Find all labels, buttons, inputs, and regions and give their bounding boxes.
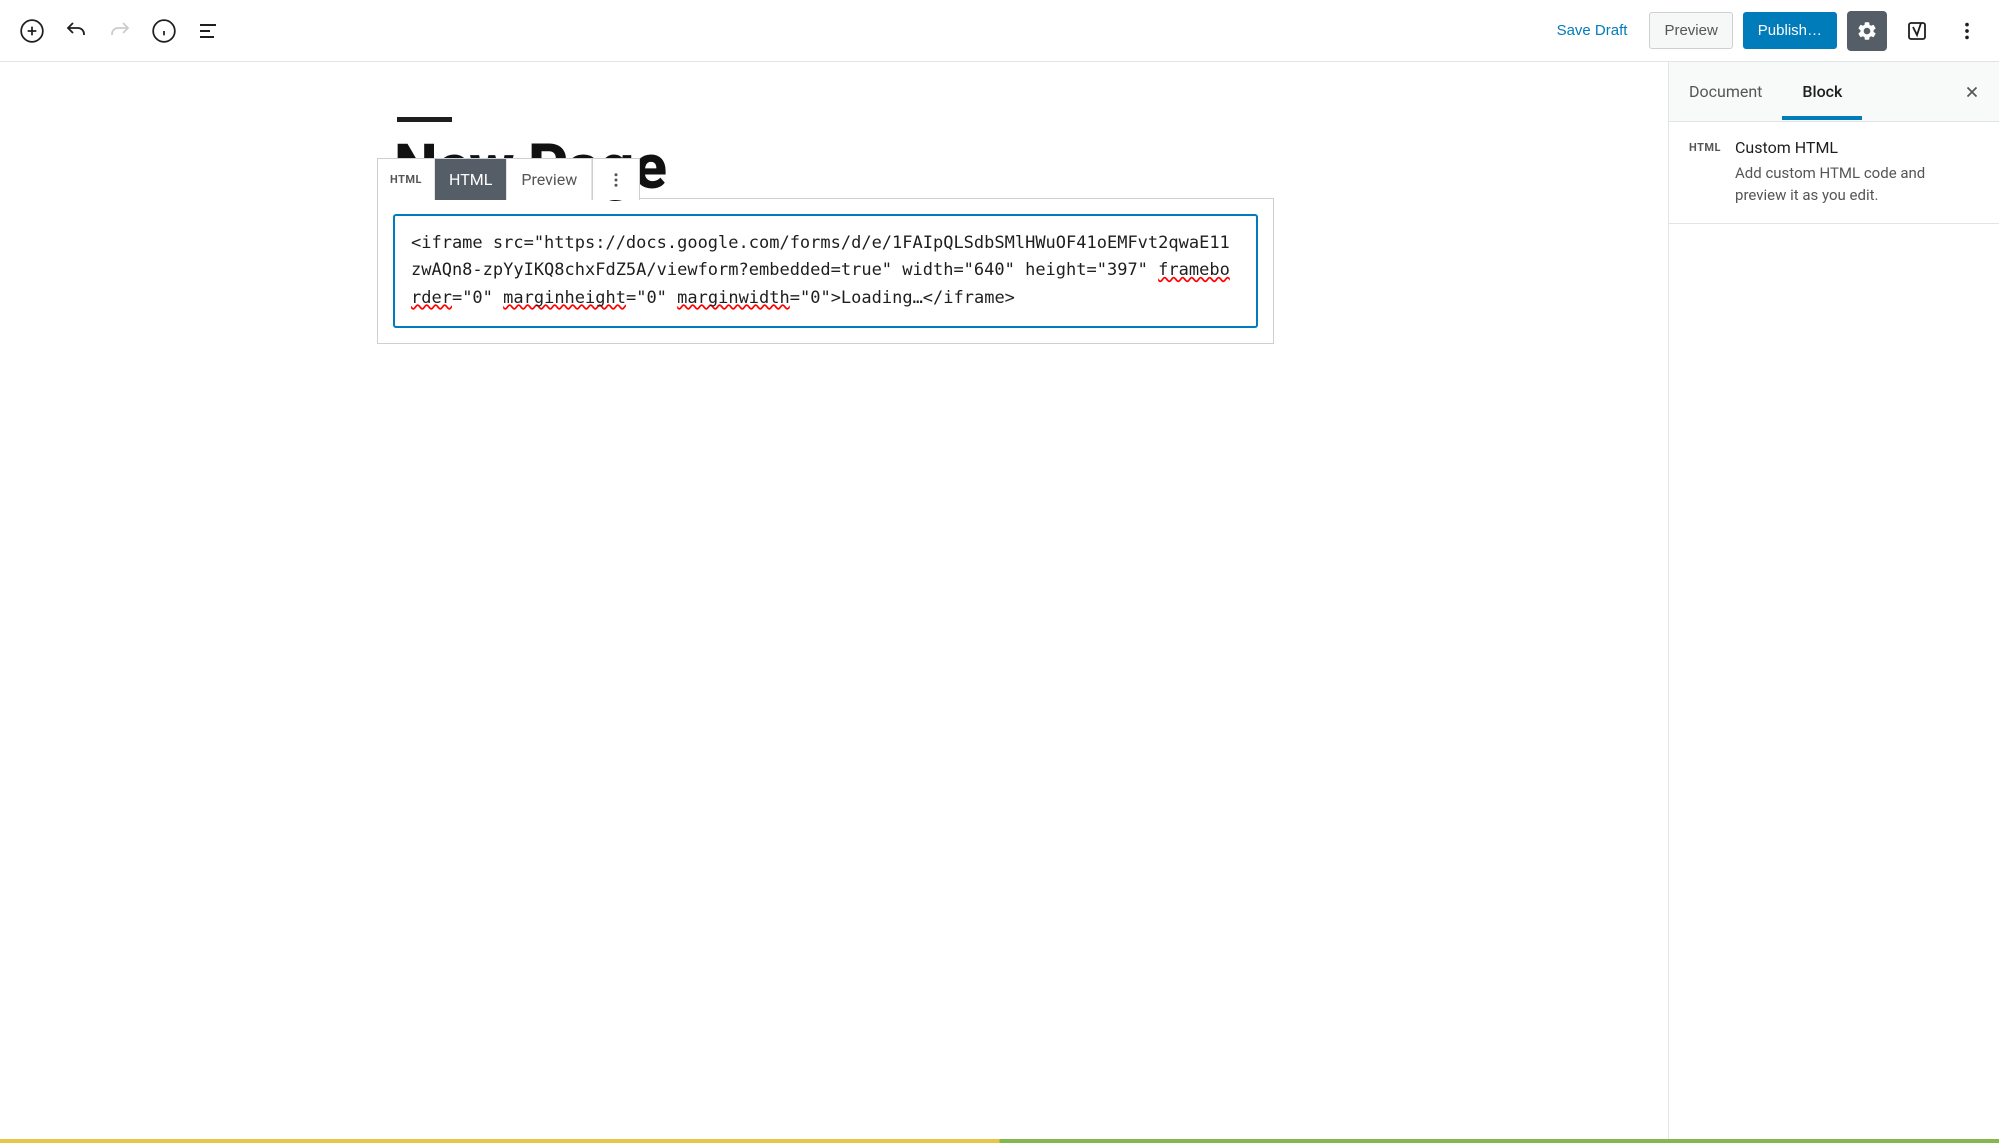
html-tab[interactable]: HTML	[435, 159, 507, 200]
block-card-text: Custom HTML Add custom HTML code and pre…	[1735, 138, 1979, 207]
html-code-input[interactable]: <iframe src="https://docs.google.com/for…	[394, 215, 1257, 327]
bottom-accent	[0, 1139, 1999, 1143]
toolbar-right: Save Draft Preview Publish…	[1545, 11, 1987, 51]
preview-tab[interactable]: Preview	[507, 159, 592, 200]
kebab-icon	[1956, 20, 1978, 42]
redo-button[interactable]	[100, 11, 140, 51]
block-type-icon[interactable]: HTML	[378, 159, 435, 200]
html-icon: HTML	[1689, 138, 1721, 154]
gear-icon	[1856, 20, 1878, 42]
info-icon	[151, 18, 177, 44]
html-icon: HTML	[390, 173, 422, 186]
custom-html-block[interactable]: HTML HTML Preview <iframe src="https://d…	[377, 198, 1274, 344]
undo-icon	[64, 19, 88, 43]
add-block-button[interactable]	[12, 11, 52, 51]
block-more-button[interactable]	[593, 159, 639, 200]
more-options-button[interactable]	[1947, 11, 1987, 51]
redo-icon	[108, 19, 132, 43]
main-layout: New Page HTML HTML Preview	[0, 62, 1999, 1143]
outline-button[interactable]	[188, 11, 228, 51]
block-card: HTML Custom HTML Add custom HTML code an…	[1689, 138, 1979, 207]
editor-area: New Page HTML HTML Preview	[0, 62, 1668, 1143]
undo-button[interactable]	[56, 11, 96, 51]
publish-button[interactable]: Publish…	[1743, 12, 1837, 49]
plus-circle-icon	[19, 18, 45, 44]
yoast-button[interactable]	[1897, 11, 1937, 51]
editor-content: New Page HTML HTML Preview	[334, 62, 1334, 399]
block-toolbar: HTML HTML Preview	[377, 158, 640, 200]
list-icon	[196, 19, 220, 43]
tab-block[interactable]: Block	[1782, 64, 1862, 119]
settings-button[interactable]	[1847, 11, 1887, 51]
sidebar-body: HTML Custom HTML Add custom HTML code an…	[1669, 122, 1999, 224]
kebab-icon	[607, 171, 625, 189]
tab-document[interactable]: Document	[1669, 64, 1782, 119]
block-card-title: Custom HTML	[1735, 138, 1979, 157]
settings-sidebar: Document Block HTML Custom HTML Add cust…	[1668, 62, 1999, 1143]
block-card-description: Add custom HTML code and preview it as y…	[1735, 163, 1979, 207]
sidebar-tabs: Document Block	[1669, 62, 1999, 122]
title-rule	[397, 117, 452, 122]
close-icon	[1963, 83, 1981, 101]
toolbar-left	[12, 11, 228, 51]
sidebar-close-button[interactable]	[1945, 62, 1999, 121]
preview-button[interactable]: Preview	[1649, 12, 1732, 49]
html-textarea-wrap: <iframe src="https://docs.google.com/for…	[378, 199, 1273, 343]
yoast-icon	[1905, 19, 1929, 43]
save-draft-button[interactable]: Save Draft	[1545, 14, 1640, 47]
top-toolbar: Save Draft Preview Publish…	[0, 0, 1999, 62]
info-button[interactable]	[144, 11, 184, 51]
